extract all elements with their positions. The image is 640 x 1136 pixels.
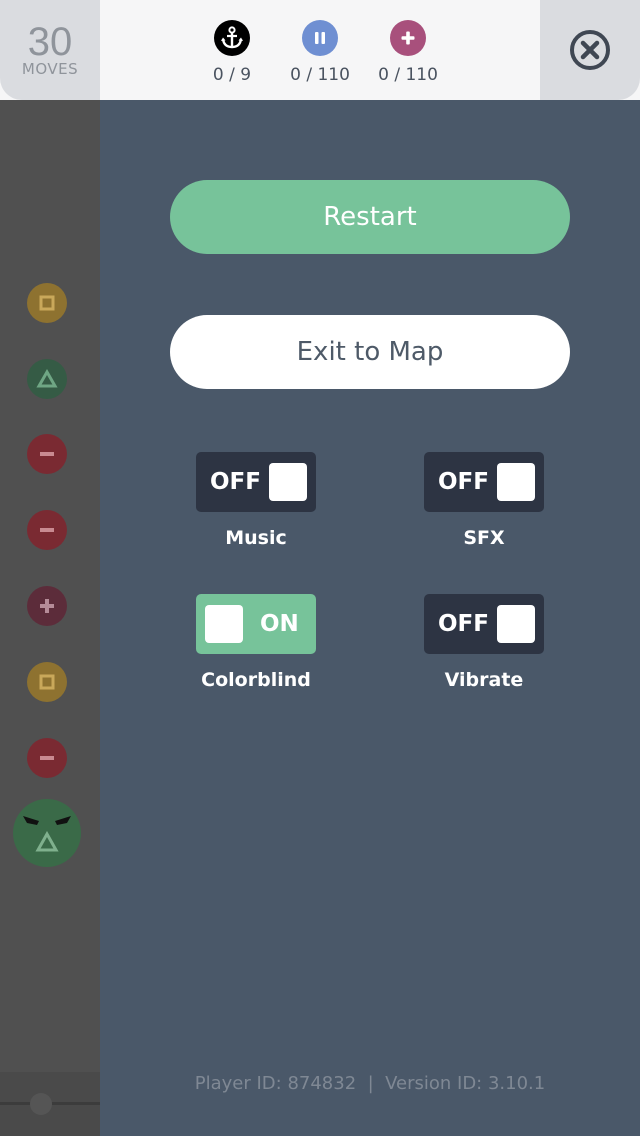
header-bar: 30 MOVES 0 / 9 0 / 110 0 / 110 (0, 0, 640, 100)
moves-counter: 30 MOVES (0, 0, 100, 100)
toggle-knob (497, 605, 535, 643)
goal-anchor-progress: 0 / 9 (212, 65, 252, 85)
plus-gem-icon (390, 20, 426, 56)
sfx-toggle[interactable]: OFF (424, 452, 544, 512)
minus-piece-icon (27, 738, 67, 778)
music-toggle-state: OFF (210, 469, 261, 495)
player-version-info: Player ID: 874832 | Version ID: 3.10.1 (194, 1073, 546, 1094)
goal-pause-gem: 0 / 110 (285, 20, 355, 85)
music-toggle[interactable]: OFF (196, 452, 316, 512)
restart-button[interactable]: Restart (170, 180, 570, 254)
colorblind-toggle-state: ON (260, 611, 299, 637)
toggle-knob (497, 463, 535, 501)
board-slider-area (0, 1072, 100, 1136)
exit-to-map-button[interactable]: Exit to Map (170, 315, 570, 389)
sfx-toggle-state: OFF (438, 469, 489, 495)
moves-label: MOVES (21, 60, 79, 78)
goal-plus-gem-progress: 0 / 110 (378, 65, 438, 85)
goal-plus-gem: 0 / 110 (373, 20, 443, 85)
colorblind-toggle[interactable]: ON (196, 594, 316, 654)
slider-knob (30, 1093, 52, 1115)
vibrate-toggle-state: OFF (438, 611, 489, 637)
minus-piece-icon (27, 434, 67, 474)
pause-gem-icon (302, 20, 338, 56)
vibrate-toggle[interactable]: OFF (424, 594, 544, 654)
plus-piece-icon (27, 586, 67, 626)
music-label: Music (225, 527, 287, 549)
goal-pause-gem-progress: 0 / 110 (290, 65, 350, 85)
colorblind-label: Colorblind (201, 669, 311, 691)
vibrate-label: Vibrate (444, 669, 524, 691)
minus-piece-icon (27, 510, 67, 550)
anchor-icon (214, 20, 250, 56)
goal-anchor: 0 / 9 (197, 20, 267, 85)
close-button[interactable] (569, 29, 611, 71)
close-circle-icon (570, 30, 610, 70)
sfx-label: SFX (463, 527, 505, 549)
square-piece-icon (27, 662, 67, 702)
square-piece-icon (27, 283, 67, 323)
angry-face-piece-icon (13, 799, 81, 867)
game-board-dimmed (0, 0, 100, 1136)
triangle-piece-icon (27, 359, 67, 399)
moves-count: 30 (27, 20, 73, 64)
toggle-knob (205, 605, 243, 643)
toggle-knob (269, 463, 307, 501)
